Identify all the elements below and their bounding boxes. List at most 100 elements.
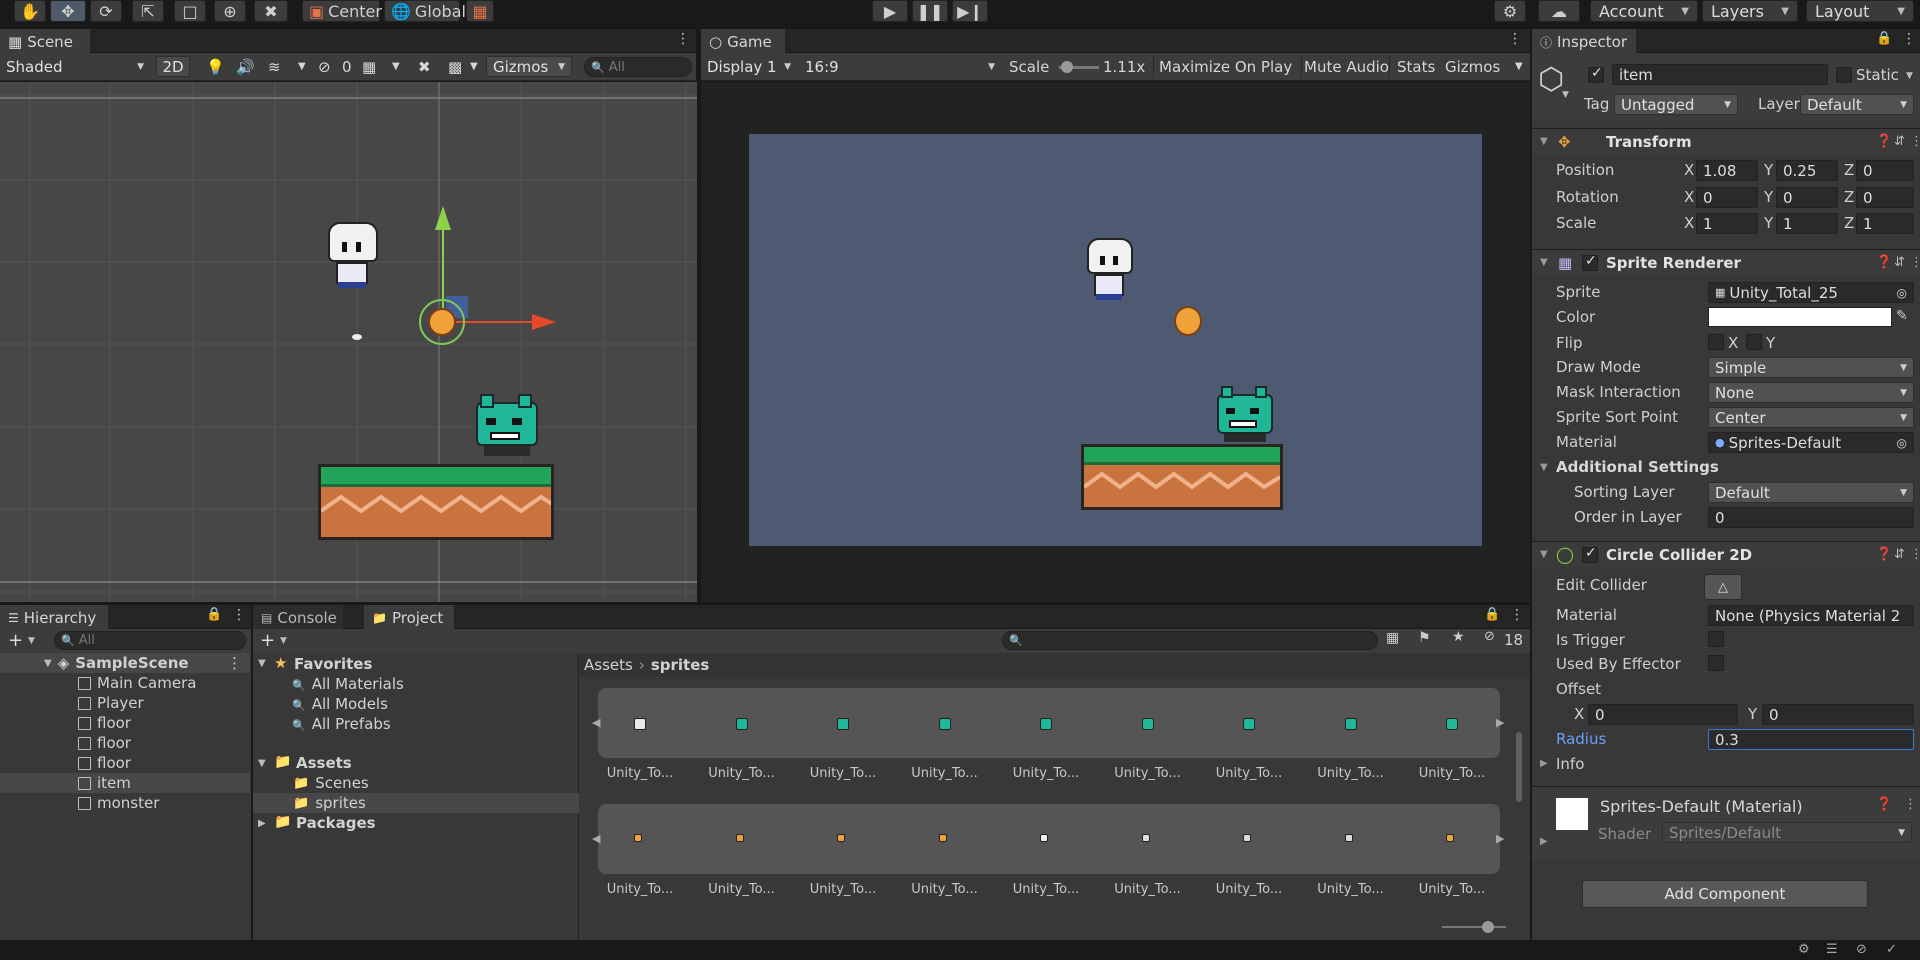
sprite-sort-point-dropdown[interactable]: Center ▼ <box>1708 407 1914 428</box>
asset-label[interactable]: Unity_To... <box>905 766 985 781</box>
static-checkbox[interactable] <box>1836 67 1852 83</box>
shader-dropdown[interactable]: Sprites/Default ▼ <box>1662 822 1912 843</box>
aspect-dropdown[interactable]: 16:9 ▼ <box>799 56 1001 77</box>
is-trigger-checkbox[interactable] <box>1708 631 1724 647</box>
scene-viewport[interactable] <box>0 82 697 602</box>
add-object-button[interactable]: + <box>8 630 23 651</box>
snap-toggle[interactable]: ▦ <box>466 0 494 22</box>
project-search-input[interactable]: 🔍 <box>1002 631 1378 650</box>
rotation-z-field[interactable]: 0 <box>1856 187 1914 208</box>
inspector-menu-icon[interactable]: ⋮ <box>1902 31 1916 47</box>
preset-icon[interactable]: ⇵ <box>1894 255 1905 270</box>
tab-hierarchy[interactable]: ☰ Hierarchy <box>0 605 108 629</box>
caret-down-icon[interactable]: ▼ <box>298 61 306 72</box>
pivot-toggle[interactable]: ▣ Center <box>302 0 382 22</box>
asset-label[interactable]: Unity_To... <box>1108 882 1188 897</box>
sprite-field[interactable]: ▦ Unity_Total_25 ◎ <box>1708 282 1914 303</box>
asset-thumbnail[interactable] <box>1344 834 1353 842</box>
project-scrollbar[interactable] <box>1514 680 1524 910</box>
flip-x-checkbox[interactable] <box>1708 334 1724 350</box>
mask-interaction-dropdown[interactable]: None ▼ <box>1708 382 1914 403</box>
offset-y-field[interactable]: 0 <box>1762 704 1914 725</box>
flip-y-checkbox[interactable] <box>1746 334 1762 350</box>
breadcrumb-sprites[interactable]: sprites <box>651 656 709 674</box>
favorites-item[interactable]: 🔍 All Materials <box>292 675 404 693</box>
caret-down-icon[interactable]: ▼ <box>392 61 400 72</box>
group-left-icon[interactable]: ◀ <box>592 716 600 729</box>
asset-label[interactable]: Unity_To... <box>1006 882 1086 897</box>
asset-thumbnail[interactable] <box>837 718 849 730</box>
scene-menu-icon[interactable]: ⋮ <box>676 31 690 47</box>
hierarchy-item[interactable]: item <box>0 773 250 793</box>
hierarchy-item[interactable]: floor <box>0 753 250 773</box>
asset-label[interactable]: Unity_To... <box>1209 766 1289 781</box>
asset-thumbnail[interactable] <box>1040 718 1052 730</box>
search-by-label-icon[interactable]: ⚑ <box>1418 630 1431 646</box>
used-by-effector-checkbox[interactable] <box>1708 655 1724 671</box>
asset-thumbnail[interactable] <box>1141 834 1150 842</box>
asset-thumbnail[interactable] <box>1243 718 1255 730</box>
asset-label[interactable]: Unity_To... <box>600 882 680 897</box>
help-icon[interactable]: ❓ <box>1876 134 1892 149</box>
grid-icon[interactable]: ▦ <box>362 58 376 76</box>
rect-tool-button[interactable]: □ <box>174 0 206 22</box>
caret-down-icon[interactable]: ▼ <box>1906 71 1913 81</box>
asset-thumbnail[interactable] <box>1344 718 1357 730</box>
favorites-label[interactable]: Favorites <box>294 655 372 673</box>
position-y-field[interactable]: 0.25 <box>1776 160 1838 181</box>
space-toggle[interactable]: 🌐 Global <box>384 0 466 22</box>
scale-tool-button[interactable]: ⇱ <box>132 0 164 22</box>
lock-icon[interactable]: 🔒 <box>206 607 222 622</box>
group-left-icon[interactable]: ◀ <box>592 832 600 845</box>
asset-label[interactable]: Unity_To... <box>600 766 680 781</box>
asset-label[interactable]: Unity_To... <box>1209 882 1289 897</box>
lock-icon[interactable]: 🔒 <box>1484 607 1500 622</box>
rotate-tool-button[interactable]: ⟳ <box>90 0 122 22</box>
asset-thumbnail[interactable] <box>1446 834 1454 842</box>
favorite-star-icon[interactable]: ★ <box>1452 629 1465 645</box>
position-z-field[interactable]: 0 <box>1856 160 1914 181</box>
circle-collider-header[interactable]: ▼ ◯ Circle Collider 2D ❓ ⇵ ⋮ <box>1532 541 1920 567</box>
group-right-icon[interactable]: ▶ <box>1496 716 1504 729</box>
game-gizmos-toggle[interactable]: Gizmos <box>1445 58 1500 76</box>
tools-icon[interactable]: ✖ <box>418 58 431 76</box>
eyedropper-icon[interactable]: ✎ <box>1896 308 1908 324</box>
project-menu-icon[interactable]: ⋮ <box>1510 607 1524 623</box>
draw-mode-dropdown[interactable]: Simple ▼ <box>1708 357 1914 378</box>
breadcrumb-assets[interactable]: Assets <box>584 656 633 674</box>
search-by-type-icon[interactable]: ▦ <box>1386 630 1399 646</box>
floor-platform[interactable] <box>318 464 554 540</box>
scale-z-field[interactable]: 1 <box>1856 213 1914 234</box>
mute-audio-toggle[interactable]: Mute Audio <box>1304 58 1389 76</box>
collider-enabled-checkbox[interactable] <box>1582 545 1598 563</box>
asset-thumbnail[interactable] <box>1243 834 1251 842</box>
asset-folder-item[interactable]: 📁 sprites <box>253 793 579 813</box>
lock-icon[interactable]: 🔒 <box>1876 31 1892 46</box>
caret-down-icon[interactable]: ▼ <box>28 636 35 646</box>
asset-thumbnail[interactable] <box>634 834 642 842</box>
thumbnail-size-slider[interactable] <box>1442 921 1506 933</box>
scrollbar-thumb[interactable] <box>1516 732 1522 802</box>
scale-y-field[interactable]: 1 <box>1776 213 1838 234</box>
asset-thumbnail[interactable] <box>938 834 947 842</box>
layout-dropdown[interactable]: Layout ▼ <box>1806 0 1914 22</box>
hidden-packages-icon[interactable]: ⊘ <box>1484 629 1495 644</box>
autogenerate-icon[interactable]: ⊘ <box>1856 942 1867 957</box>
hierarchy-menu-icon[interactable]: ⋮ <box>232 607 246 623</box>
asset-thumbnail[interactable] <box>1446 718 1458 730</box>
asset-label[interactable]: Unity_To... <box>1006 766 1086 781</box>
physics-material-field[interactable]: None (Physics Material 2 <box>1708 605 1914 626</box>
foldout-icon[interactable]: ▼ <box>258 758 266 769</box>
scene-root-item[interactable]: ▼ ◈ SampleScene ⋮ <box>0 653 250 673</box>
tab-project[interactable]: 📁 Project <box>364 605 454 629</box>
hierarchy-item[interactable]: floor <box>0 733 250 753</box>
scale-x-field[interactable]: 1 <box>1696 213 1758 234</box>
component-menu-icon[interactable]: ⋮ <box>1910 547 1920 562</box>
effects-icon[interactable]: ≋ <box>268 58 281 76</box>
sprite-renderer-header[interactable]: ▼ ▦ Sprite Renderer ❓ ⇵ ⋮ <box>1532 249 1920 275</box>
scale-slider[interactable] <box>1059 61 1099 73</box>
asset-thumbnail[interactable] <box>837 834 845 842</box>
cache-icon[interactable]: ☰ <box>1826 942 1838 957</box>
hand-tool-button[interactable]: ✋ <box>14 0 46 22</box>
offset-x-field[interactable]: 0 <box>1588 704 1738 725</box>
